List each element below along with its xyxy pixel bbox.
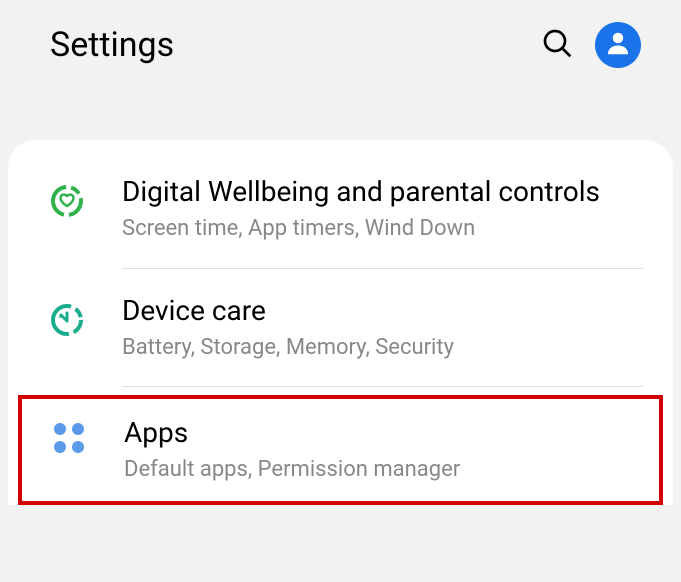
- search-button[interactable]: [541, 27, 573, 63]
- list-item-title: Device care: [122, 293, 643, 328]
- list-item-subtitle: Screen time, App timers, Wind Down: [122, 215, 643, 244]
- wellbeing-icon: [48, 182, 86, 220]
- highlight-box: Apps Default apps, Permission manager: [18, 395, 663, 505]
- divider: [122, 386, 643, 387]
- account-button[interactable]: [595, 22, 641, 68]
- search-icon: [541, 44, 573, 63]
- list-item-title: Apps: [124, 415, 629, 450]
- device-care-icon: [48, 301, 86, 339]
- settings-card: Digital Wellbeing and parental controls …: [8, 140, 673, 505]
- list-item-content: Digital Wellbeing and parental controls …: [122, 174, 643, 244]
- settings-item-apps[interactable]: Apps Default apps, Permission manager: [22, 399, 659, 501]
- list-item-subtitle: Default apps, Permission manager: [124, 456, 629, 485]
- list-item-subtitle: Battery, Storage, Memory, Security: [122, 334, 643, 363]
- page-title: Settings: [50, 25, 541, 65]
- header-actions: [541, 22, 641, 68]
- settings-item-digital-wellbeing[interactable]: Digital Wellbeing and parental controls …: [8, 150, 673, 268]
- list-item-content: Device care Battery, Storage, Memory, Se…: [122, 293, 643, 363]
- list-item-title: Digital Wellbeing and parental controls: [122, 174, 643, 209]
- list-item-content: Apps Default apps, Permission manager: [124, 415, 629, 485]
- person-icon: [603, 28, 633, 62]
- apps-icon: [50, 419, 88, 457]
- header: Settings: [0, 0, 681, 90]
- settings-item-device-care[interactable]: Device care Battery, Storage, Memory, Se…: [8, 269, 673, 387]
